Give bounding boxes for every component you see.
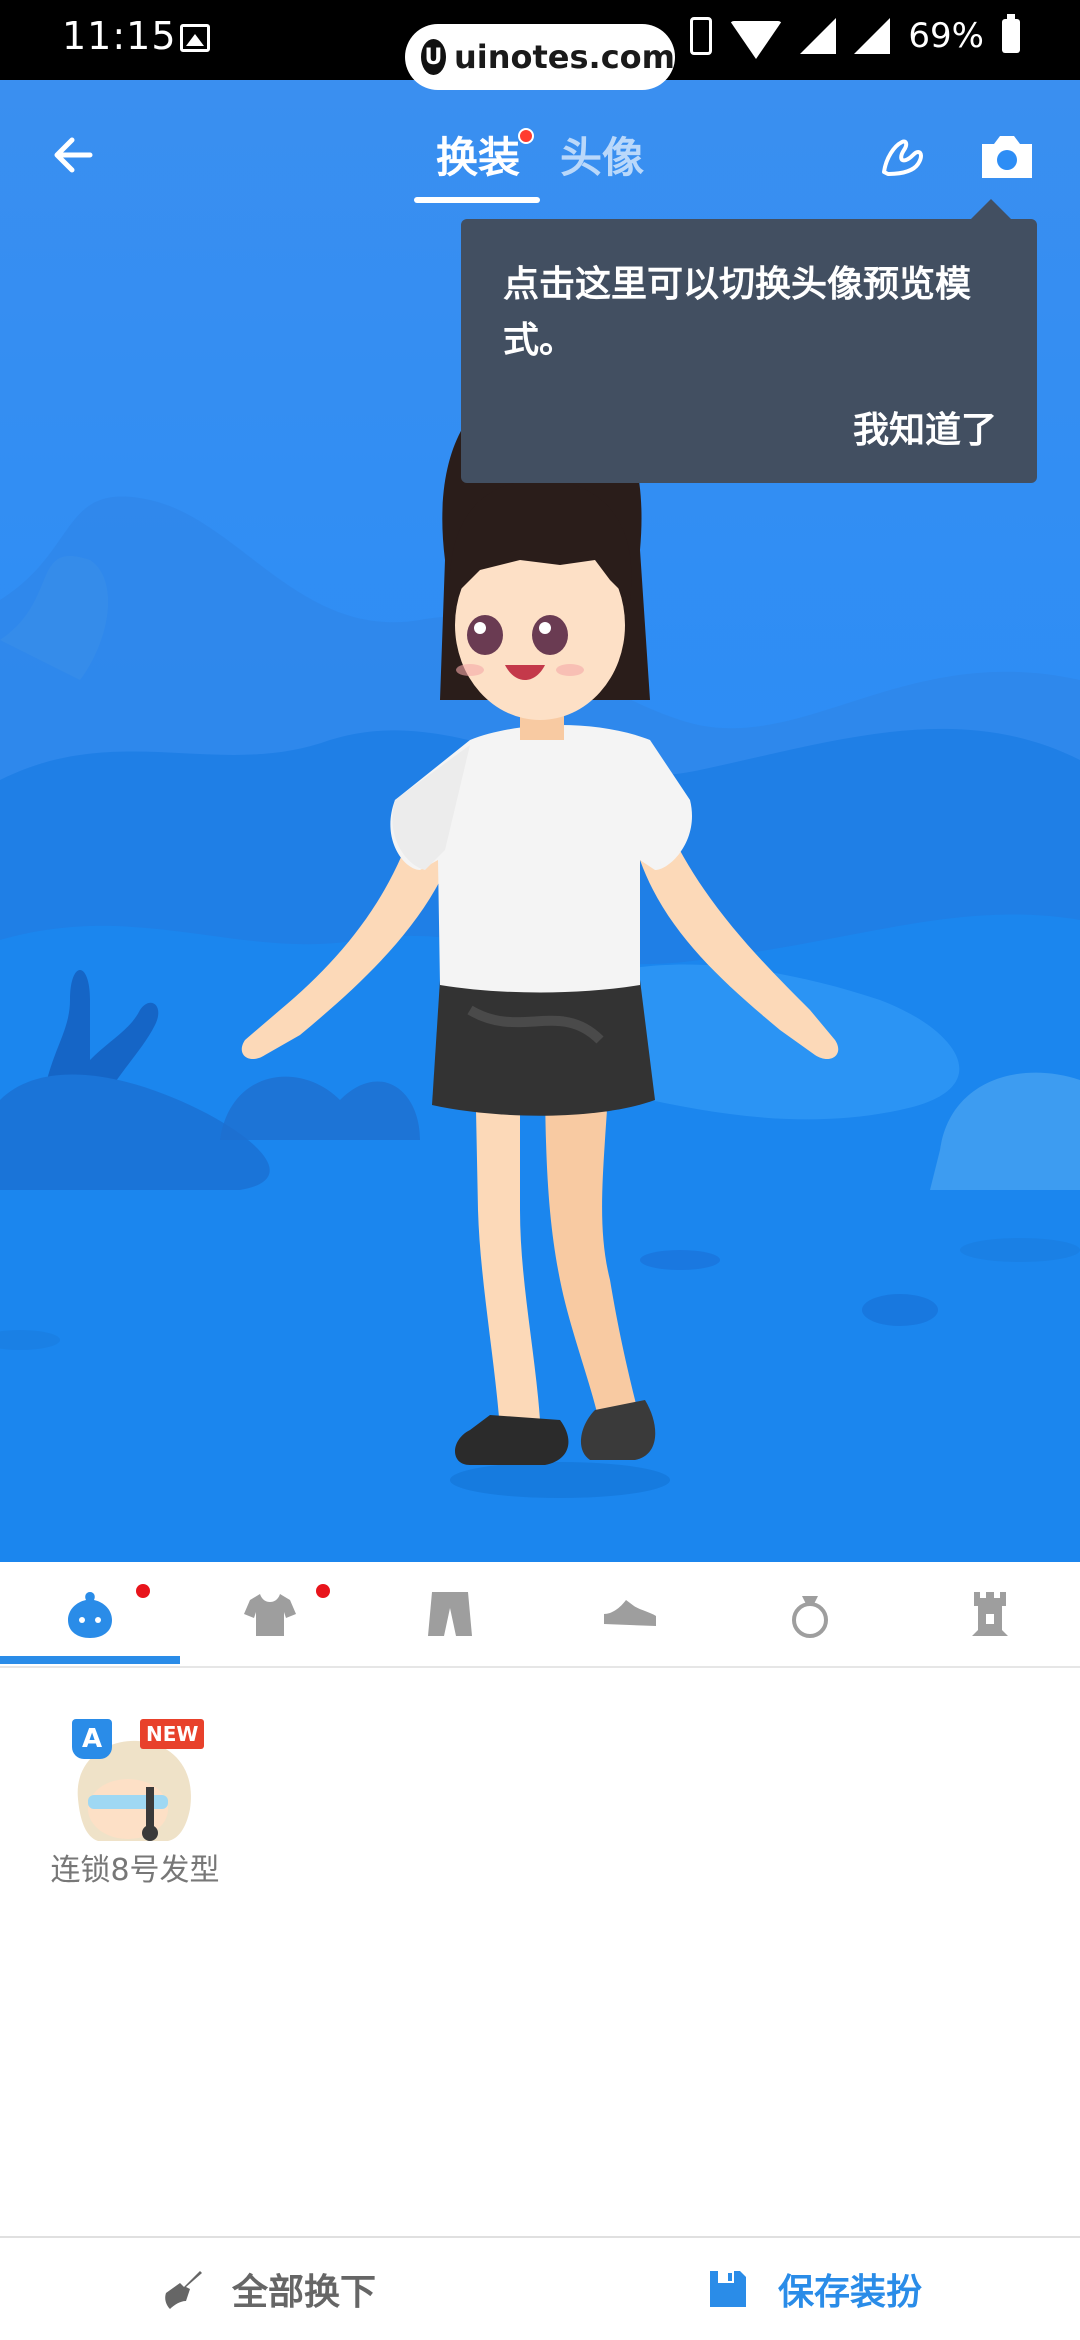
status-icons: 69%: [690, 14, 1020, 59]
shoe-icon: [604, 1600, 656, 1626]
watermark-pill: U uinotes.com: [405, 24, 675, 90]
category-tab-face[interactable]: [0, 1562, 180, 1666]
tooltip-confirm-button[interactable]: 我知道了: [853, 401, 997, 453]
category-tab-tops[interactable]: [180, 1562, 360, 1666]
undress-all-label: 全部换下: [232, 2272, 377, 2313]
status-time: 11:15: [62, 14, 177, 58]
status-bar: 11:15 U uinotes.com 69%: [0, 0, 1080, 90]
tab-active-indicator: [414, 197, 540, 203]
bottom-action-bar: 全部换下 保存装扮: [0, 2236, 1080, 2340]
category-tab-accessories[interactable]: [720, 1562, 900, 1666]
signal-icon: [854, 18, 891, 54]
castle-icon: [972, 1592, 1008, 1636]
category-notification-dot: [136, 1584, 150, 1598]
battery-icon: [1002, 14, 1020, 53]
tooltip-text: 点击这里可以切换头像预览模式。: [503, 264, 972, 361]
hand-gesture-icon[interactable]: [874, 128, 934, 188]
face-icon: [68, 1592, 112, 1638]
uinotes-logo-icon: U: [421, 39, 446, 75]
arrow-left-icon[interactable]: [40, 120, 110, 190]
category-notification-dot: [316, 1584, 330, 1598]
undress-all-button[interactable]: 全部换下: [160, 2238, 376, 2340]
broom-icon: [165, 2271, 202, 2309]
vibrate-icon: [690, 17, 713, 55]
accessory-icon: [792, 1596, 828, 1638]
signal-icon: [800, 18, 837, 54]
category-tab-scene[interactable]: [900, 1562, 1080, 1666]
new-badge: NEW: [140, 1719, 205, 1749]
outfit-item[interactable]: A NEW 连锁8号发型: [30, 1715, 240, 1895]
item-grade-badge: A: [72, 1719, 112, 1759]
category-tab-bottoms[interactable]: [360, 1562, 540, 1666]
tab-dress-up[interactable]: 换装: [436, 124, 520, 185]
header: 换装 头像: [0, 80, 1080, 210]
gallery-icon: [180, 24, 210, 52]
item-label: 连锁8号发型: [50, 1853, 220, 1888]
camera-icon[interactable]: [976, 126, 1038, 188]
category-tabs: [0, 1562, 1080, 1668]
watermark-url: uinotes.com: [453, 38, 675, 76]
shirt-icon: [244, 1594, 296, 1636]
pants-icon: [428, 1592, 472, 1636]
wifi-icon: [730, 21, 783, 59]
hint-tooltip: 点击这里可以切换头像预览模式。 我知道了: [461, 199, 1037, 483]
page: 11:15 U uinotes.com 69% 换装 头像 点击这里可以切换头像…: [0, 0, 1080, 2340]
save-outfit-label: 保存装扮: [778, 2272, 923, 2313]
save-outfit-button[interactable]: 保存装扮: [706, 2238, 922, 2340]
tab-avatar[interactable]: 头像: [560, 124, 644, 185]
battery-percent: 69%: [908, 16, 984, 56]
save-icon: [710, 2271, 746, 2307]
tab-notification-dot: [518, 128, 534, 144]
category-active-indicator: [0, 1656, 180, 1664]
category-tab-shoes[interactable]: [540, 1562, 720, 1666]
avatar-stage: 换装 头像 点击这里可以切换头像预览模式。 我知道了: [0, 80, 1080, 1562]
